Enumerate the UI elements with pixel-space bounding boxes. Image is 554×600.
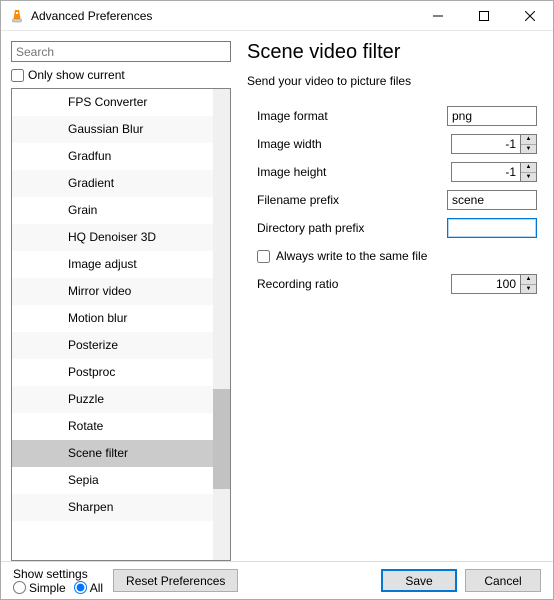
spin-down-icon[interactable]: ▼ [521,144,536,154]
input-image-format[interactable] [447,106,537,126]
tree-item[interactable]: FPS Converter [12,89,230,116]
tree-item[interactable]: Rotate [12,413,230,440]
panel-title: Scene video filter [247,41,537,64]
show-settings: Show settings Simple All [13,567,103,595]
reset-preferences-button[interactable]: Reset Preferences [113,569,238,592]
radio-all-input[interactable] [74,581,87,594]
tree-item[interactable]: Gradfun [12,143,230,170]
spin-up-icon[interactable]: ▲ [521,135,536,144]
spin-up-icon[interactable]: ▲ [521,163,536,172]
app-icon [9,8,25,24]
tree-item[interactable]: Image adjust [12,251,230,278]
save-button[interactable]: Save [381,569,457,592]
tree-item[interactable]: Postproc [12,359,230,386]
label-image-format: Image format [257,109,328,123]
titlebar: Advanced Preferences [1,1,553,31]
row-recording-ratio: Recording ratio ▲ ▼ [247,272,537,296]
label-image-width: Image width [257,137,322,151]
tree-item[interactable]: Scene filter [12,440,230,467]
row-image-height: Image height ▲ ▼ [247,160,537,184]
only-show-current-checkbox[interactable] [11,69,24,82]
radio-simple-input[interactable] [13,581,26,594]
sidebar: Only show current FPS ConverterGaussian … [11,41,231,561]
spin-image-height: ▲ ▼ [451,162,537,182]
scrollbar[interactable] [213,89,230,560]
tree-item[interactable]: Motion blur [12,305,230,332]
input-image-width[interactable] [451,134,521,154]
radio-simple[interactable]: Simple [13,581,66,595]
spin-image-width: ▲ ▼ [451,134,537,154]
tree-item[interactable]: Posterize [12,332,230,359]
spin-down-icon[interactable]: ▼ [521,172,536,182]
tree-item[interactable]: Puzzle [12,386,230,413]
input-directory-prefix[interactable] [447,218,537,238]
label-filename-prefix: Filename prefix [257,193,339,207]
input-filename-prefix[interactable] [447,190,537,210]
search-input[interactable] [11,41,231,62]
input-recording-ratio[interactable] [451,274,521,294]
input-image-height[interactable] [451,162,521,182]
spin-recording-ratio: ▲ ▼ [451,274,537,294]
radio-all[interactable]: All [74,581,103,595]
show-settings-label: Show settings [13,567,103,581]
tree-item[interactable]: Mirror video [12,278,230,305]
only-show-current[interactable]: Only show current [11,68,231,82]
spin-down-icon[interactable]: ▼ [521,284,536,294]
tree-item[interactable]: Sharpen [12,494,230,521]
row-directory-prefix: Directory path prefix [247,216,537,240]
label-always-write: Always write to the same file [276,249,427,263]
tree-item[interactable]: Grain [12,197,230,224]
footer: Show settings Simple All Reset Preferenc… [1,561,553,599]
minimize-button[interactable] [415,1,461,31]
close-button[interactable] [507,1,553,31]
label-recording-ratio: Recording ratio [257,277,338,291]
tree-view: FPS ConverterGaussian BlurGradfunGradien… [11,88,231,561]
main-area: Only show current FPS ConverterGaussian … [1,31,553,561]
label-image-height: Image height [257,165,326,179]
checkbox-always-write[interactable] [257,250,270,263]
tree-item[interactable]: Gradient [12,170,230,197]
tree-item[interactable]: Gaussian Blur [12,116,230,143]
maximize-button[interactable] [461,1,507,31]
cancel-button[interactable]: Cancel [465,569,541,592]
spin-up-icon[interactable]: ▲ [521,275,536,284]
tree-item[interactable]: Sepia [12,467,230,494]
scrollbar-thumb[interactable] [213,389,230,489]
tree-item[interactable]: HQ Denoiser 3D [12,224,230,251]
label-directory-prefix: Directory path prefix [257,221,364,235]
row-image-width: Image width ▲ ▼ [247,132,537,156]
window-title: Advanced Preferences [31,9,152,23]
only-show-current-label: Only show current [28,68,125,82]
row-image-format: Image format [247,104,537,128]
settings-panel: Scene video filter Send your video to pi… [231,41,543,561]
panel-description: Send your video to picture files [247,74,537,88]
row-filename-prefix: Filename prefix [247,188,537,212]
row-always-write[interactable]: Always write to the same file [247,244,537,268]
